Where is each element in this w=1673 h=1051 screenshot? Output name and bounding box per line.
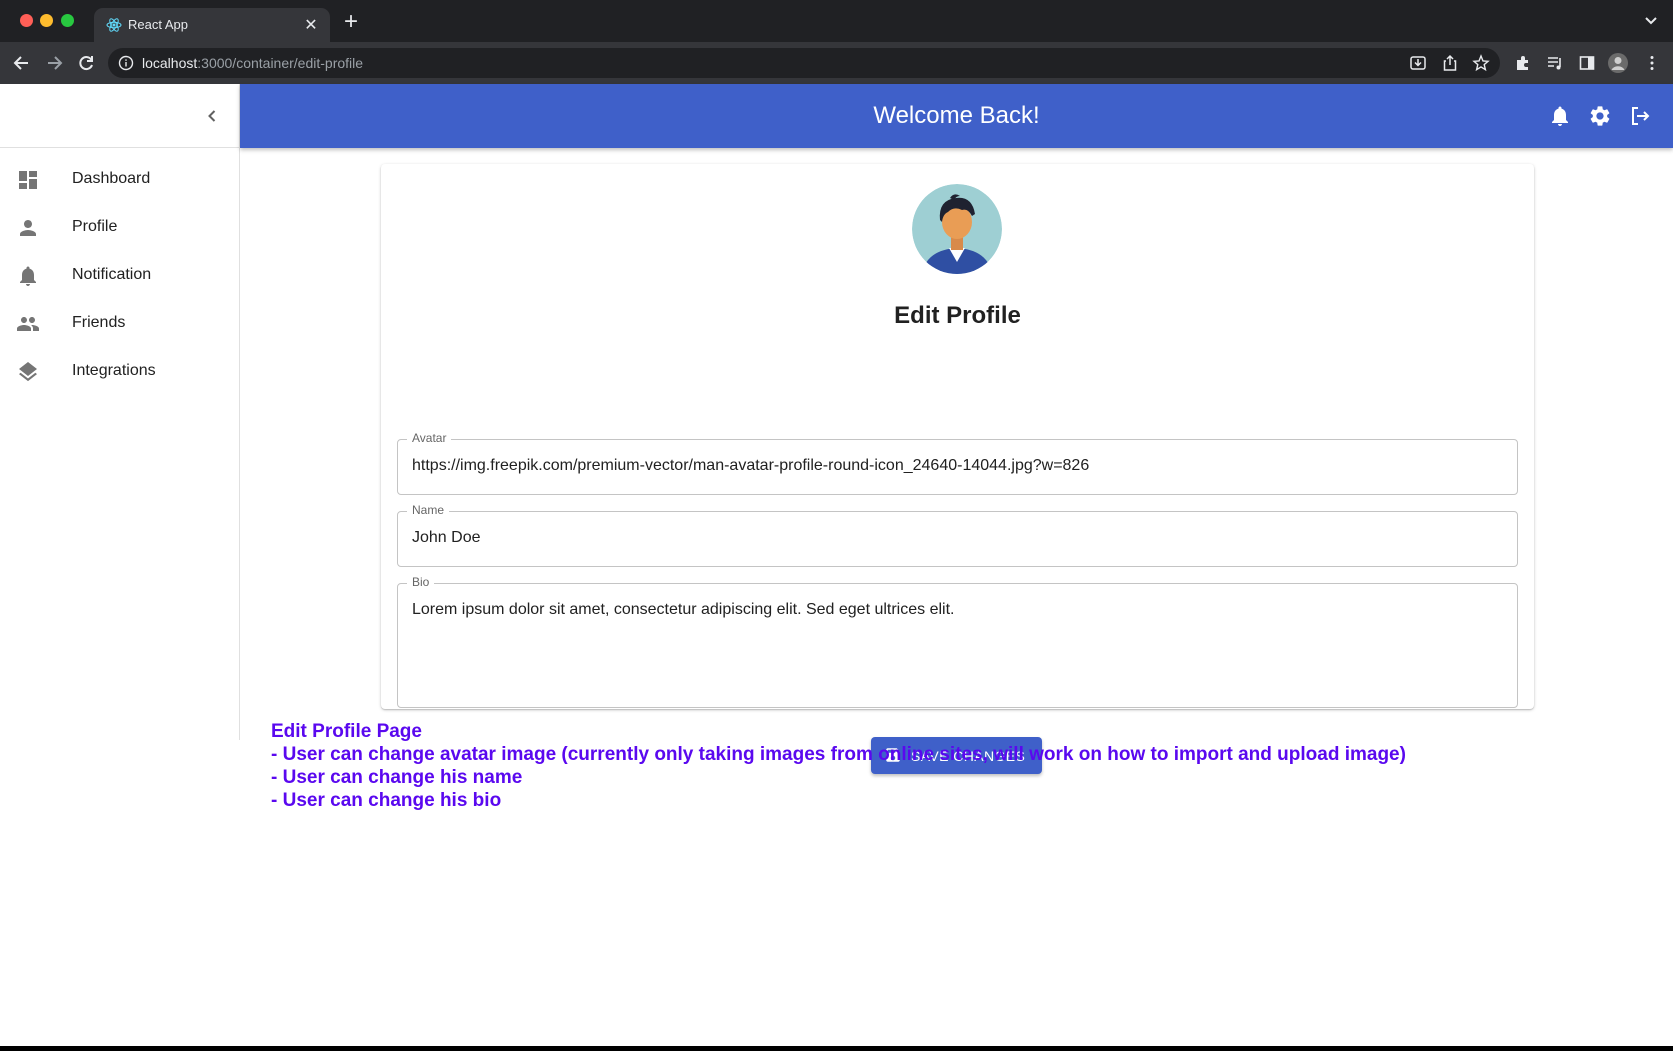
- gear-icon[interactable]: [1588, 104, 1612, 128]
- form-title: Edit Profile: [894, 302, 1021, 329]
- browser-menu-icon[interactable]: [1643, 54, 1661, 72]
- name-field-label: Name: [407, 503, 450, 517]
- sidebar-item-label: Integrations: [72, 362, 156, 379]
- app-viewport: Dashboard Profile Notification Friends I…: [0, 84, 1673, 1046]
- url-path: :3000/container/edit-profile: [197, 55, 364, 71]
- maximize-window-button[interactable]: [61, 14, 74, 27]
- tab-title: React App: [128, 17, 188, 32]
- reload-icon[interactable]: [76, 53, 96, 73]
- note-line: - User can change his name: [271, 767, 523, 788]
- install-app-icon[interactable]: [1409, 54, 1427, 72]
- sidebar-item-label: Notification: [72, 266, 152, 283]
- react-favicon-icon: [106, 18, 122, 32]
- sidebar-item-label: Friends: [72, 314, 126, 331]
- bell-icon[interactable]: [1548, 104, 1572, 128]
- site-info-icon[interactable]: [118, 55, 134, 71]
- people-icon: [17, 317, 39, 331]
- sidebar-item-integrations[interactable]: Integrations: [0, 348, 239, 396]
- note-line: - User can change his bio: [271, 790, 502, 811]
- sidebar-item-label: Dashboard: [72, 170, 151, 187]
- tab-close-icon[interactable]: ✕: [302, 15, 320, 35]
- browser-tab-strip: React App ✕ +: [0, 0, 1673, 42]
- address-bar[interactable]: localhost:3000/container/edit-profile: [108, 48, 1500, 78]
- forward-arrow-icon[interactable]: [44, 53, 64, 73]
- page-notes: Edit Profile Page - User can change avat…: [271, 720, 1406, 812]
- app-header: Welcome Back!: [240, 84, 1673, 148]
- bio-field-value: Lorem ipsum dolor sit amet, consectetur …: [412, 601, 955, 618]
- sidebar-item-dashboard[interactable]: Dashboard: [0, 156, 239, 204]
- name-field-value: John Doe: [412, 529, 481, 546]
- sidebar-nav: Dashboard Profile Notification Friends I…: [0, 148, 239, 396]
- extensions-puzzle-icon[interactable]: [1514, 54, 1532, 72]
- avatar-field-value: https://img.freepik.com/premium-vector/m…: [412, 457, 1090, 474]
- edit-profile-card: Edit Profile Avatar https://img.freepik.…: [381, 164, 1534, 774]
- bookmark-star-icon[interactable]: [1472, 54, 1490, 72]
- minimize-window-button[interactable]: [40, 14, 53, 27]
- layers-icon: [19, 362, 37, 382]
- sidebar: Dashboard Profile Notification Friends I…: [0, 84, 240, 740]
- bio-textarea[interactable]: Bio Lorem ipsum dolor sit amet, consecte…: [397, 575, 1518, 708]
- profile-avatar[interactable]: [912, 184, 1002, 274]
- new-tab-button[interactable]: +: [344, 10, 358, 34]
- side-panel-icon[interactable]: [1578, 54, 1596, 72]
- sidebar-header: [0, 84, 239, 148]
- avatar-url-field[interactable]: Avatar https://img.freepik.com/premium-v…: [397, 431, 1518, 495]
- url-host: localhost: [142, 55, 198, 71]
- note-line: - User can change avatar image (currentl…: [271, 744, 1406, 765]
- close-window-button[interactable]: [20, 14, 33, 27]
- sidebar-item-friends[interactable]: Friends: [0, 300, 239, 348]
- sidebar-item-label: Profile: [72, 218, 118, 235]
- page-title: Welcome Back!: [873, 102, 1040, 129]
- logout-icon[interactable]: [1628, 104, 1652, 128]
- browser-toolbar: localhost:3000/container/edit-profile: [0, 42, 1673, 84]
- notes-heading: Edit Profile Page: [271, 721, 422, 742]
- name-field[interactable]: Name John Doe: [397, 503, 1518, 567]
- tab-search-chevron-icon[interactable]: [1643, 12, 1659, 28]
- share-icon[interactable]: [1441, 54, 1459, 72]
- sidebar-item-profile[interactable]: Profile: [0, 204, 239, 252]
- chevron-left-icon[interactable]: [200, 104, 224, 128]
- media-playlist-icon[interactable]: [1546, 54, 1564, 72]
- person-icon: [20, 220, 36, 236]
- browser-tab[interactable]: React App ✕: [94, 8, 330, 42]
- back-arrow-icon[interactable]: [12, 53, 32, 73]
- url-text: localhost:3000/container/edit-profile: [142, 55, 363, 71]
- bio-field-label: Bio: [407, 575, 435, 589]
- sidebar-item-notification[interactable]: Notification: [0, 252, 239, 300]
- bell-icon: [20, 266, 36, 286]
- avatar-field-label: Avatar: [407, 431, 452, 445]
- user-avatar[interactable]: [1607, 52, 1629, 74]
- dashboard-icon: [19, 171, 37, 189]
